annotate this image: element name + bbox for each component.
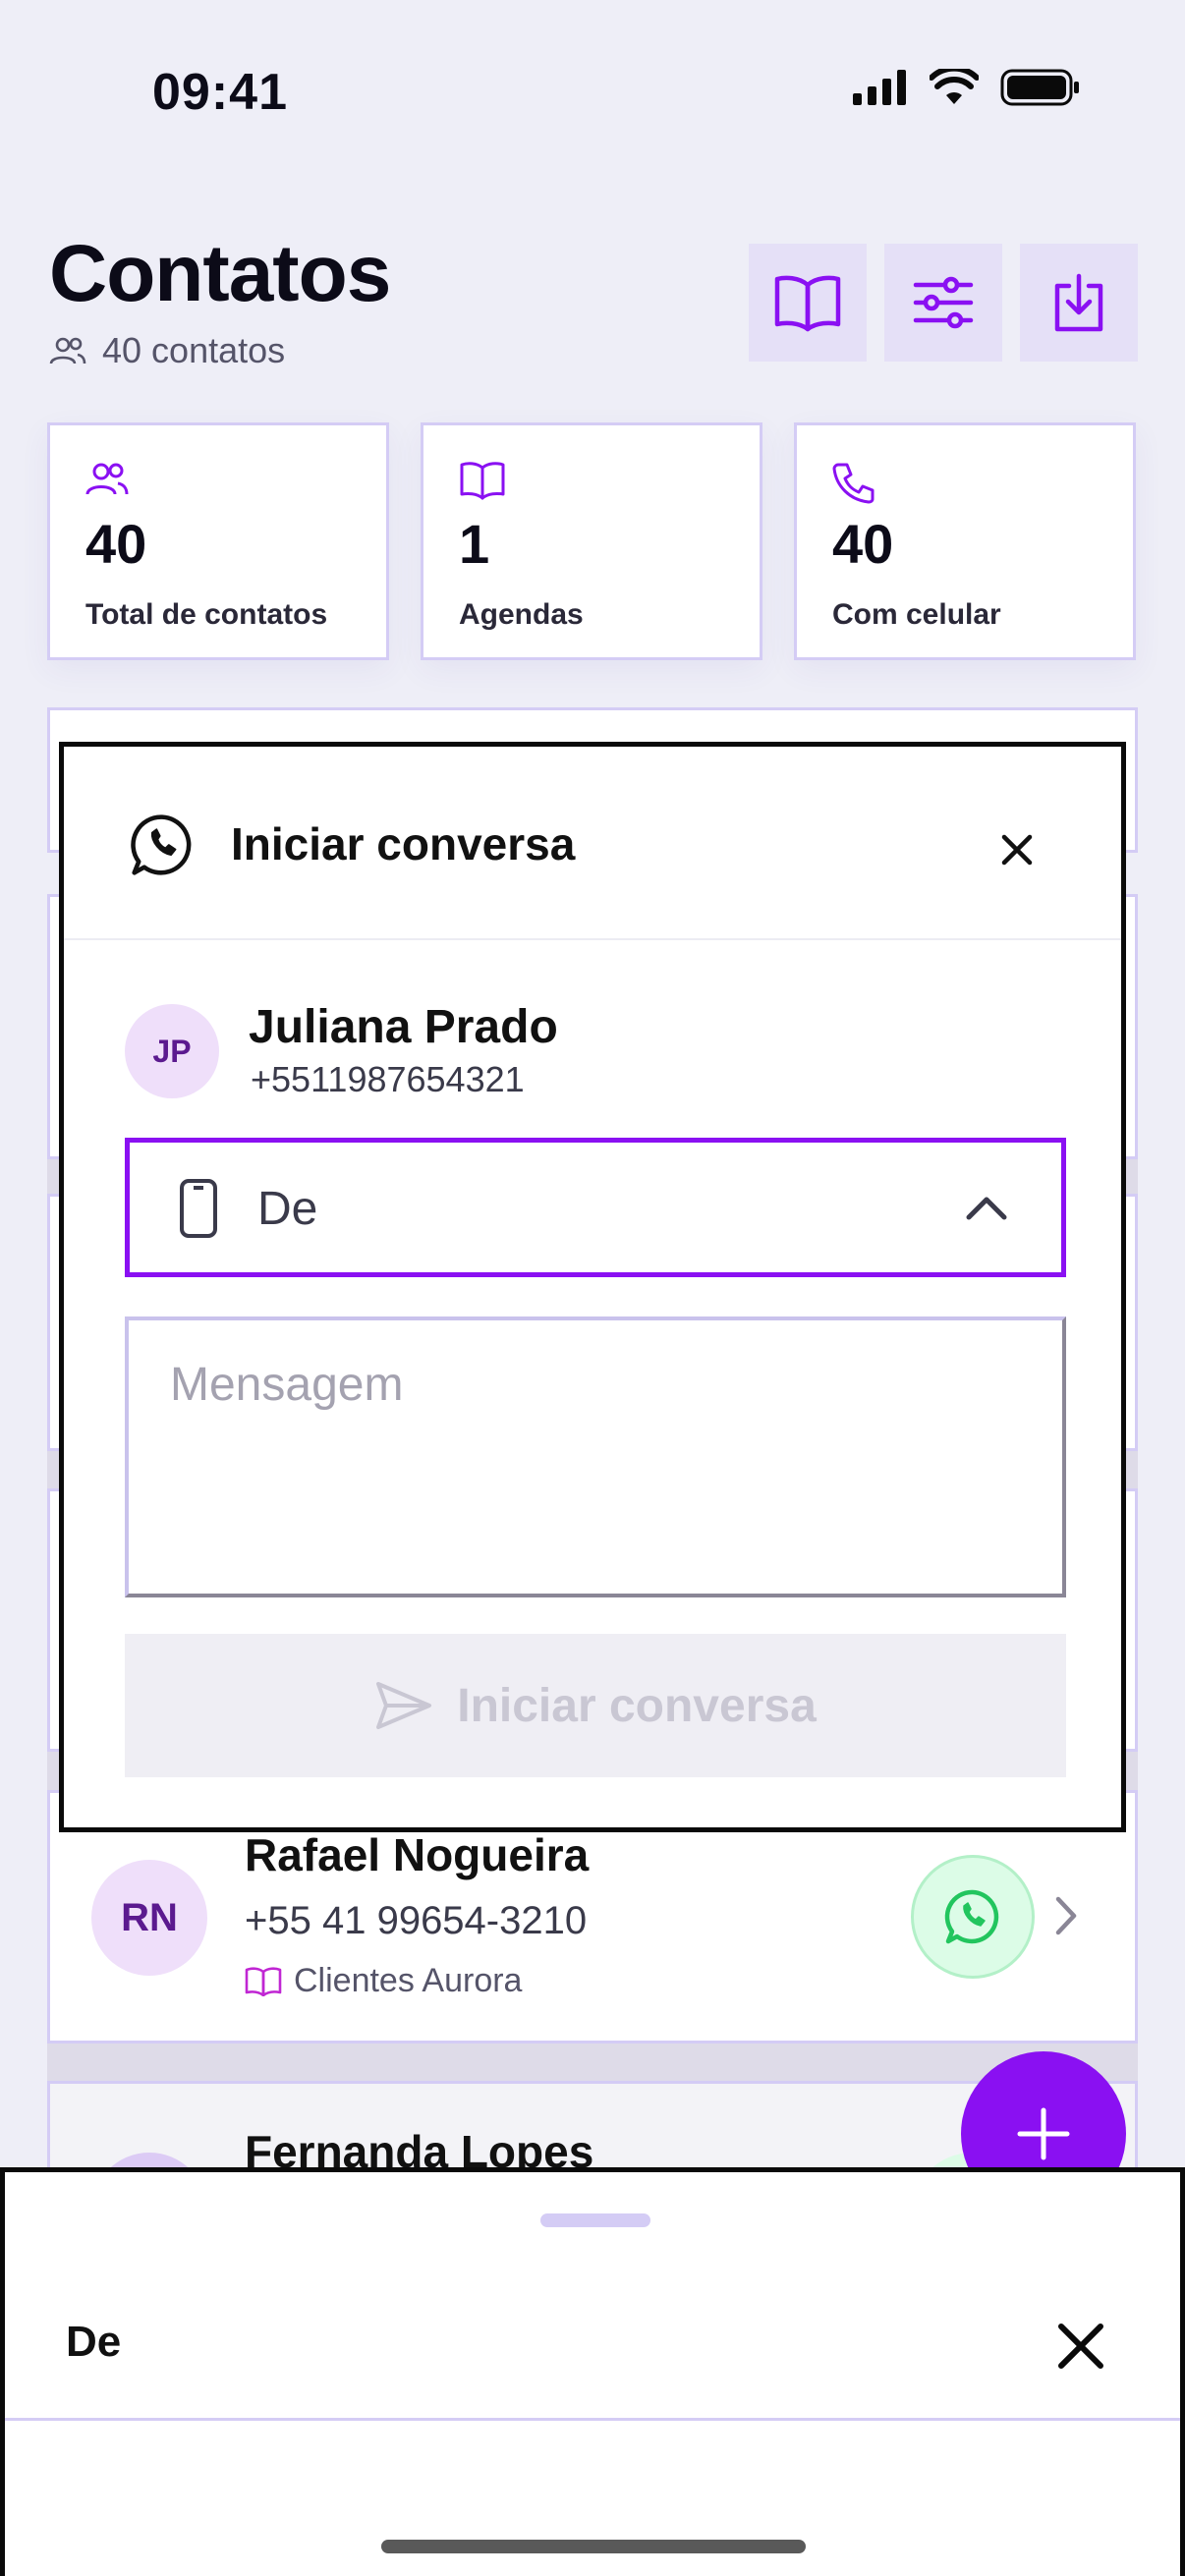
plus-icon	[1014, 2104, 1073, 2163]
stat-label: Agendas	[459, 598, 584, 631]
book-open-icon	[459, 461, 506, 500]
stat-label: Com celular	[832, 598, 1001, 631]
sheet-title: De	[66, 2318, 122, 2366]
start-conversation-modal: Iniciar conversa JP Juliana Prado +55119…	[59, 742, 1126, 1832]
start-conversation-label: Iniciar conversa	[457, 1679, 817, 1732]
contacts-count-label: 40 contatos	[102, 330, 286, 370]
contact-name: Rafael Nogueira	[245, 1829, 590, 1880]
page-title: Contatos	[49, 229, 391, 318]
filters-button[interactable]	[884, 244, 1002, 362]
home-indicator[interactable]	[381, 2540, 806, 2553]
stat-card-total: 40 Total de contatos	[47, 422, 389, 660]
stat-card-mobile: 40 Com celular	[794, 422, 1136, 660]
whatsapp-icon	[129, 812, 196, 878]
users-icon	[49, 336, 86, 365]
contact-phone: +55 41 99654-3210	[245, 1899, 588, 1942]
contact-phone: +5511987654321	[251, 1059, 525, 1099]
stat-value: 1	[459, 513, 490, 575]
sliders-icon	[912, 275, 975, 330]
import-button[interactable]	[1020, 244, 1138, 362]
status-icons	[853, 69, 1081, 106]
book-open-icon	[773, 273, 842, 332]
from-bottom-sheet: De	[0, 2167, 1185, 2576]
list-separator	[47, 2044, 1138, 2083]
whatsapp-button[interactable]	[911, 1855, 1035, 1979]
status-time: 09:41	[152, 64, 288, 121]
sheet-divider	[5, 2418, 1180, 2421]
message-textarea[interactable]: Mensagem	[125, 1316, 1066, 1597]
smartphone-icon	[179, 1178, 218, 1239]
stat-value: 40	[832, 513, 894, 575]
contact-agenda-label: Clientes Aurora	[294, 1962, 523, 1999]
sheet-drag-handle[interactable]	[540, 2213, 650, 2227]
from-select-label: De	[257, 1183, 318, 1235]
contact-name: Juliana Prado	[249, 1001, 558, 1053]
contact-agenda: Clientes Aurora	[245, 1962, 522, 2000]
send-icon	[374, 1680, 433, 1731]
modal-title: Iniciar conversa	[231, 818, 576, 869]
avatar: RN	[91, 1860, 207, 1976]
contacts-count: 40 contatos	[49, 330, 285, 371]
battery-icon	[1000, 69, 1081, 106]
users-icon	[85, 461, 129, 496]
from-select[interactable]: De	[125, 1138, 1066, 1277]
book-open-icon	[245, 1966, 282, 1996]
message-placeholder: Mensagem	[170, 1359, 404, 1411]
contact-avatar: JP	[125, 1004, 219, 1098]
close-icon	[1056, 2322, 1105, 2371]
agendas-button[interactable]	[749, 244, 867, 362]
modal-divider	[64, 938, 1121, 940]
chevron-up-icon	[965, 1194, 1008, 1221]
close-icon	[1000, 833, 1034, 867]
cellular-signal-icon	[853, 70, 908, 105]
stat-value: 40	[85, 513, 147, 575]
close-sheet-button[interactable]	[1046, 2312, 1115, 2380]
start-conversation-button[interactable]: Iniciar conversa	[125, 1634, 1066, 1777]
phone-icon	[832, 461, 875, 504]
chevron-right-icon	[1052, 1891, 1080, 1940]
close-modal-button[interactable]	[988, 820, 1046, 879]
stat-card-agendas: 1 Agendas	[421, 422, 762, 660]
stat-label: Total de contatos	[85, 598, 328, 631]
whatsapp-icon	[943, 1887, 1002, 1946]
download-icon	[1051, 272, 1106, 333]
wifi-icon	[930, 69, 979, 106]
